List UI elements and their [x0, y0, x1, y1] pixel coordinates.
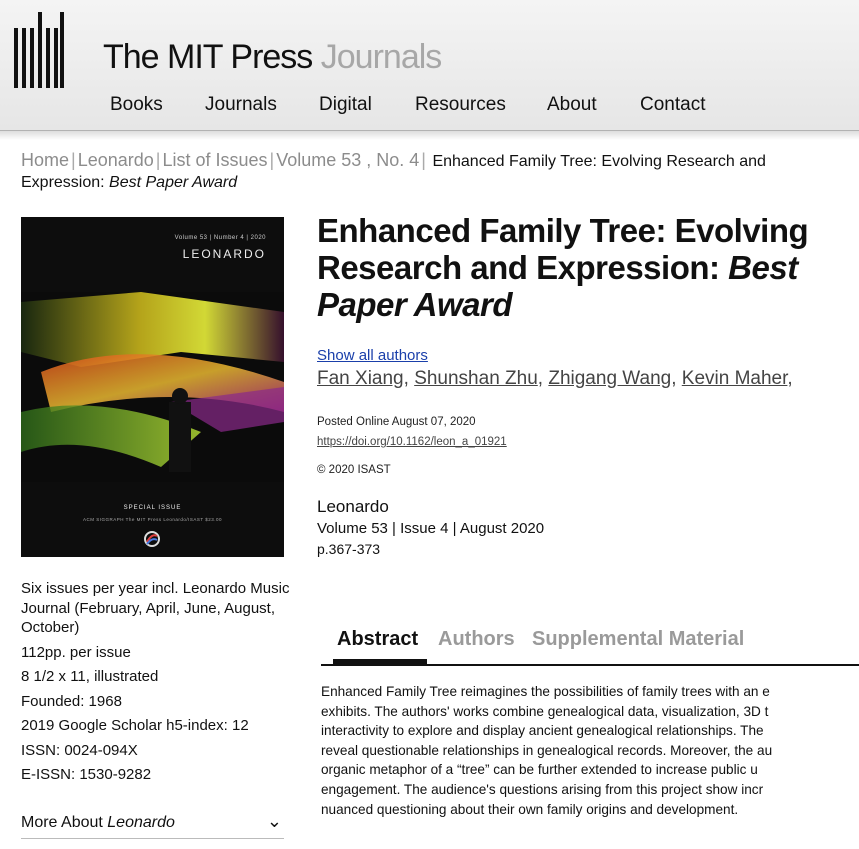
chevron-down-icon: ⌄: [266, 811, 282, 831]
breadcrumb-leonardo[interactable]: Leonardo: [78, 150, 154, 170]
nav-journals[interactable]: Journals: [205, 94, 277, 116]
nav-about[interactable]: About: [547, 94, 597, 116]
breadcrumb-home[interactable]: Home: [21, 150, 69, 170]
article-title-italic-b: Paper Award: [317, 286, 513, 323]
journal-pages: p.367-373: [317, 541, 381, 557]
author-link[interactable]: Shunshan Zhu: [414, 368, 538, 389]
info-founded: Founded: 1968: [21, 692, 122, 710]
info-h5-index: 2019 Google Scholar h5-index: 12: [21, 717, 249, 734]
cover-special-issue: SPECIAL ISSUE: [123, 505, 182, 511]
copyright-notice: © 2020 ISAST: [317, 464, 391, 476]
info-issn: ISSN: 0024-094X: [21, 741, 138, 759]
journal-cover-image[interactable]: Volume 53 | Number 4 | 2020 LEONARDO SPE…: [21, 217, 284, 557]
cover-volume-line: Volume 53 | Number 4 | 2020: [174, 235, 266, 241]
journal-volume-issue[interactable]: Volume 53 | Issue 4 | August 2020: [317, 520, 544, 537]
abstract-line: reveal questionable relationships in gen…: [321, 742, 773, 758]
nav-contact[interactable]: Contact: [640, 94, 705, 116]
article-title-italic-a: Best: [728, 249, 798, 286]
journal-info: Six issues per year incl. Leonardo Music…: [21, 579, 296, 790]
active-tab-indicator: [333, 659, 427, 664]
author-link[interactable]: Kevin Maher: [682, 368, 788, 389]
article-title: Enhanced Family Tree: Evolving Research …: [317, 212, 857, 323]
site-title[interactable]: The MIT Press Journals: [103, 38, 443, 77]
abstract-line: engagement. The audience's questions ari…: [321, 781, 764, 797]
abstract-line: exhibits. The authors' works combine gen…: [321, 703, 769, 719]
journal-name-link[interactable]: Leonardo: [317, 497, 389, 517]
author-link[interactable]: Zhigang Wang: [548, 368, 671, 389]
abstract-line: Enhanced Family Tree reimagines the poss…: [321, 684, 770, 699]
article-title-line2: Research and Expression:: [317, 249, 720, 286]
abstract-line: interactivity to explore and display anc…: [321, 723, 764, 739]
doi-link[interactable]: https://doi.org/10.1162/leon_a_01921: [317, 436, 507, 448]
abstract-text: Enhanced Family Tree reimagines the poss…: [321, 682, 859, 819]
more-about-toggle[interactable]: More About Leonardo ⌄: [21, 811, 284, 839]
nav-digital[interactable]: Digital: [319, 94, 372, 116]
cover-footer: ACM SIGGRAPH The MIT Press Leonardo/ISAS…: [82, 517, 223, 522]
breadcrumb: Home | Leonardo | List of Issues | Volume 53 ,…: [21, 150, 766, 191]
site-title-sub: Journals: [320, 38, 443, 76]
tab-abstract[interactable]: Abstract: [337, 628, 418, 651]
article-title-line1: Enhanced Family Tree: Evolving: [317, 212, 809, 249]
info-format: 8 1/2 x 11, illustrated: [21, 668, 159, 685]
cover-journal-name: LEONARDO: [182, 247, 266, 261]
more-about-label: More About: [21, 814, 103, 831]
article-tabs: Abstract Authors Supplemental Material: [321, 626, 859, 666]
site-header: The MIT Press Journals Books Journals Di…: [0, 0, 859, 131]
posted-date: Posted Online August 07, 2020: [317, 416, 476, 428]
tab-supplemental-material[interactable]: Supplemental Material: [532, 628, 744, 651]
cover-artwork: [21, 292, 284, 482]
cover-emblem-icon: [144, 531, 160, 547]
show-all-authors-link[interactable]: Show all authors: [317, 347, 428, 364]
nav-resources[interactable]: Resources: [415, 94, 506, 116]
more-about-journal: Leonardo: [107, 814, 175, 831]
author-link[interactable]: Fan Xiang: [317, 368, 404, 389]
site-title-main: The MIT Press: [103, 38, 313, 76]
info-pages: 112pp. per issue: [21, 643, 131, 661]
author-list: Fan Xiang, Shunshan Zhu, Zhigang Wang, K…: [317, 368, 793, 389]
info-frequency: Six issues per year incl. Leonardo Music…: [21, 580, 290, 636]
mit-press-logo[interactable]: [14, 12, 64, 88]
nav-books[interactable]: Books: [110, 94, 163, 116]
breadcrumb-volume[interactable]: Volume 53 , No. 4: [276, 150, 419, 170]
tab-authors[interactable]: Authors: [438, 628, 515, 651]
breadcrumb-current-italic: Best Paper Award: [109, 174, 238, 191]
info-eissn: E-ISSN: 1530-9282: [21, 766, 152, 783]
breadcrumb-list-of-issues[interactable]: List of Issues: [162, 150, 267, 170]
abstract-line: nuanced questioning about their own fami…: [321, 801, 739, 817]
abstract-line: organic metaphor of a “tree” can be furt…: [321, 762, 758, 778]
header-shadow: [0, 130, 859, 140]
